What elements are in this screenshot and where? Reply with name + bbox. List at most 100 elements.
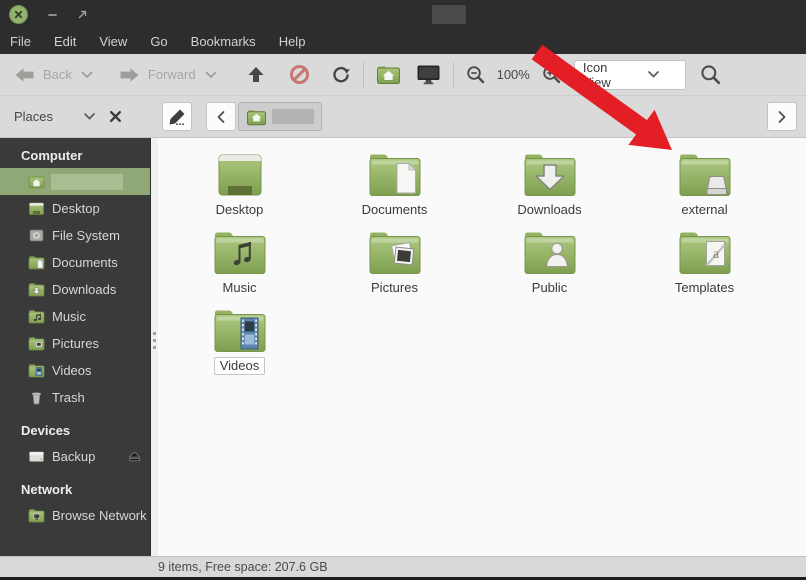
svg-text:a: a: [712, 247, 719, 262]
grip-dots-icon: [153, 332, 156, 349]
breadcrumb-redacted-username: [272, 109, 314, 124]
sidebar-pane-selector[interactable]: Places: [0, 109, 150, 124]
menu-help[interactable]: Help: [271, 34, 314, 49]
zoom-out-button[interactable]: [466, 65, 485, 84]
close-window-button[interactable]: [9, 5, 28, 24]
path-right-button[interactable]: [767, 102, 797, 131]
menu-edit[interactable]: Edit: [46, 34, 84, 49]
search-button[interactable]: [700, 64, 721, 85]
file-item-documents[interactable]: Documents: [317, 146, 472, 224]
sidebar-item-desktop[interactable]: Desktop: [0, 195, 150, 222]
view-mode-select[interactable]: Icon View: [574, 60, 686, 90]
back-button[interactable]: Back: [14, 67, 93, 83]
big-desktop-icon: [211, 148, 269, 200]
sidebar-item-label: Videos: [52, 363, 92, 378]
file-item-label: Desktop: [210, 201, 270, 219]
sidebar-item-trash[interactable]: Trash: [0, 384, 150, 411]
file-item-label: Pictures: [365, 279, 424, 297]
home-button[interactable]: [376, 64, 401, 85]
restore-icon: [77, 9, 88, 20]
menu-file[interactable]: File: [2, 34, 39, 49]
close-icon: [13, 9, 24, 20]
sidebar-section-network: Network: [0, 476, 150, 502]
statusbar: 9 items, Free space: 207.6 GB: [0, 556, 806, 577]
sidebar-item-label: Downloads: [52, 282, 116, 297]
stop-button[interactable]: [289, 64, 310, 85]
sidebar-section-computer: Computer: [0, 142, 150, 168]
file-manager-window: File Edit View Go Bookmarks Help Back Forward…: [0, 0, 806, 580]
sidebar-item-downloads[interactable]: Downloads: [0, 276, 150, 303]
edit-location-button[interactable]: [162, 102, 192, 131]
file-item-downloads[interactable]: Downloads: [472, 146, 627, 224]
file-item-external[interactable]: external: [627, 146, 782, 224]
forward-history-chevron-icon[interactable]: [205, 71, 217, 79]
sb-videos-icon: [28, 363, 45, 378]
chevron-left-icon: [215, 110, 227, 124]
forward-button[interactable]: Forward: [119, 67, 217, 83]
sb-filesystem-icon: [28, 228, 45, 243]
breadcrumb-home[interactable]: [238, 102, 322, 131]
big-external-icon: [676, 148, 734, 200]
sb-drive-icon: [28, 449, 45, 464]
close-sidebar-icon[interactable]: [109, 110, 122, 123]
refresh-button[interactable]: [330, 65, 351, 84]
sidebar-item-pictures[interactable]: Pictures: [0, 330, 150, 357]
file-item-label: Public: [526, 279, 573, 297]
eject-icon[interactable]: [128, 451, 141, 462]
big-public-icon: [521, 226, 579, 278]
file-item-videos[interactable]: Videos: [162, 302, 317, 380]
sidebar-item-label: Trash: [52, 390, 85, 405]
toolbar-separator: [363, 62, 364, 88]
sb-home-icon: [28, 174, 45, 189]
file-view: Desktop Documents Downloads external Music Pi…: [158, 138, 806, 556]
back-arrow-icon: [14, 67, 35, 83]
sidebar-item-label: Pictures: [52, 336, 99, 351]
status-text: 9 items, Free space: 207.6 GB: [158, 560, 328, 574]
minimize-icon: [47, 9, 58, 20]
big-videos-icon: [211, 304, 269, 356]
sidebar-item-videos[interactable]: Videos: [0, 357, 150, 384]
menu-bookmarks[interactable]: Bookmarks: [183, 34, 264, 49]
redacted-username: [51, 174, 123, 190]
file-item-desktop[interactable]: Desktop: [162, 146, 317, 224]
menu-view[interactable]: View: [91, 34, 135, 49]
big-downloads-icon: [521, 148, 579, 200]
sidebar-item-music[interactable]: Music: [0, 303, 150, 330]
sb-trash-icon: [28, 390, 45, 405]
file-item-label: external: [675, 201, 733, 219]
file-item-music[interactable]: Music: [162, 224, 317, 302]
pathbar: Places: [0, 96, 806, 138]
back-history-chevron-icon[interactable]: [81, 71, 93, 79]
minimize-window-button[interactable]: [47, 9, 58, 20]
chevron-down-icon: [630, 70, 677, 79]
file-item-public[interactable]: Public: [472, 224, 627, 302]
sb-documents-icon: [28, 255, 45, 270]
sidebar-item-file-system[interactable]: File System: [0, 222, 150, 249]
file-item-label: Documents: [356, 201, 434, 219]
zoom-level: 100%: [497, 67, 530, 82]
pane-resize-handle[interactable]: [150, 138, 158, 556]
big-templates-icon: a: [676, 226, 734, 278]
sidebar-item-home[interactable]: [0, 168, 150, 195]
sidebar-item-label: Browse Network: [52, 508, 147, 523]
menu-go[interactable]: Go: [142, 34, 175, 49]
computer-button[interactable]: [416, 64, 441, 85]
path-left-button[interactable]: [206, 102, 236, 131]
big-music-icon: [211, 226, 269, 278]
view-mode-value: Icon View: [583, 60, 630, 90]
maximize-window-button[interactable]: [77, 9, 88, 20]
back-label: Back: [43, 67, 72, 82]
up-button[interactable]: [247, 66, 265, 83]
sidebar-item-documents[interactable]: Documents: [0, 249, 150, 276]
file-item-pictures[interactable]: Pictures: [317, 224, 472, 302]
file-item-label: Music: [217, 279, 263, 297]
sb-network-icon: [28, 508, 45, 523]
sidebar-item-backup[interactable]: Backup: [0, 443, 150, 470]
big-documents-icon: [366, 148, 424, 200]
chevron-down-icon[interactable]: [83, 112, 96, 121]
file-item-templates[interactable]: aTemplates: [627, 224, 782, 302]
toolbar: Back Forward 100% Icon View: [0, 54, 806, 96]
sidebar-item-browse-network[interactable]: Browse Network: [0, 502, 150, 529]
zoom-in-button[interactable]: [542, 65, 561, 84]
sb-pictures-icon: [28, 336, 45, 351]
